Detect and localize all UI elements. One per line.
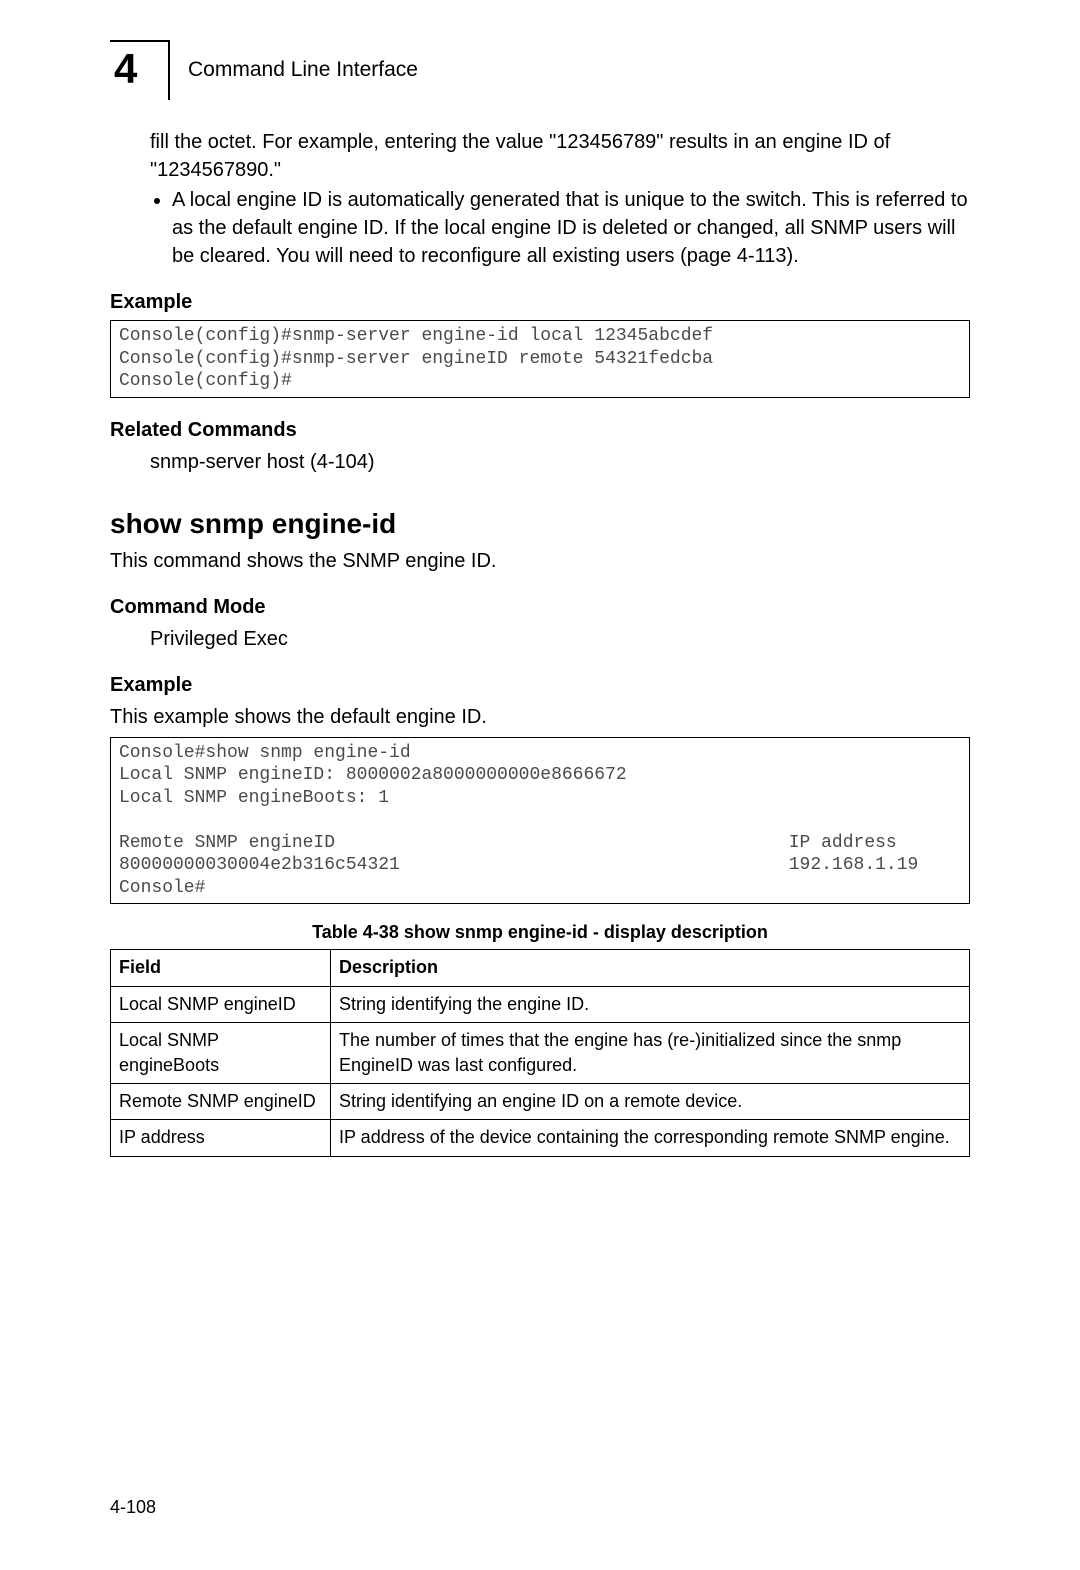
table-row: Local SNMP engineID String identifying t… <box>111 986 970 1022</box>
bullet-list: A local engine ID is automatically gener… <box>172 186 970 270</box>
related-text: snmp-server host (4-104) <box>150 448 970 476</box>
related-heading: Related Commands <box>110 416 970 444</box>
command-description: This command shows the SNMP engine ID. <box>110 547 970 575</box>
example-heading: Example <box>110 288 970 316</box>
chapter-badge: 4 <box>110 40 170 100</box>
page-title: Command Line Interface <box>188 55 418 84</box>
th-desc: Description <box>331 950 970 986</box>
cell-desc: IP address of the device containing the … <box>331 1120 970 1156</box>
code-block-2: Console#show snmp engine-id Local SNMP e… <box>110 737 970 905</box>
page-number: 4-108 <box>110 1495 156 1520</box>
chapter-number: 4 <box>110 42 137 90</box>
cell-field: Remote SNMP engineID <box>111 1084 331 1120</box>
cell-desc: String identifying the engine ID. <box>331 986 970 1022</box>
mode-text: Privileged Exec <box>150 625 970 653</box>
cell-field: IP address <box>111 1120 331 1156</box>
example2-heading: Example <box>110 671 970 699</box>
command-heading: show snmp engine-id <box>110 504 970 543</box>
top-paragraph: fill the octet. For example, entering th… <box>150 128 970 184</box>
table-row: IP address IP address of the device cont… <box>111 1120 970 1156</box>
bullet-item: A local engine ID is automatically gener… <box>172 186 970 270</box>
cell-field: Local SNMP engineID <box>111 986 331 1022</box>
cell-desc: String identifying an engine ID on a rem… <box>331 1084 970 1120</box>
example2-intro: This example shows the default engine ID… <box>110 703 970 731</box>
cell-field: Local SNMP engineBoots <box>111 1022 331 1083</box>
description-table: Field Description Local SNMP engineID St… <box>110 949 970 1156</box>
th-field: Field <box>111 950 331 986</box>
table-caption: Table 4-38 show snmp engine-id - display… <box>110 920 970 945</box>
table-header-row: Field Description <box>111 950 970 986</box>
mode-heading: Command Mode <box>110 593 970 621</box>
page-header: 4 Command Line Interface <box>110 40 970 100</box>
cell-desc: The number of times that the engine has … <box>331 1022 970 1083</box>
table-row: Remote SNMP engineID String identifying … <box>111 1084 970 1120</box>
code-block-1: Console(config)#snmp-server engine-id lo… <box>110 320 970 398</box>
table-row: Local SNMP engineBoots The number of tim… <box>111 1022 970 1083</box>
